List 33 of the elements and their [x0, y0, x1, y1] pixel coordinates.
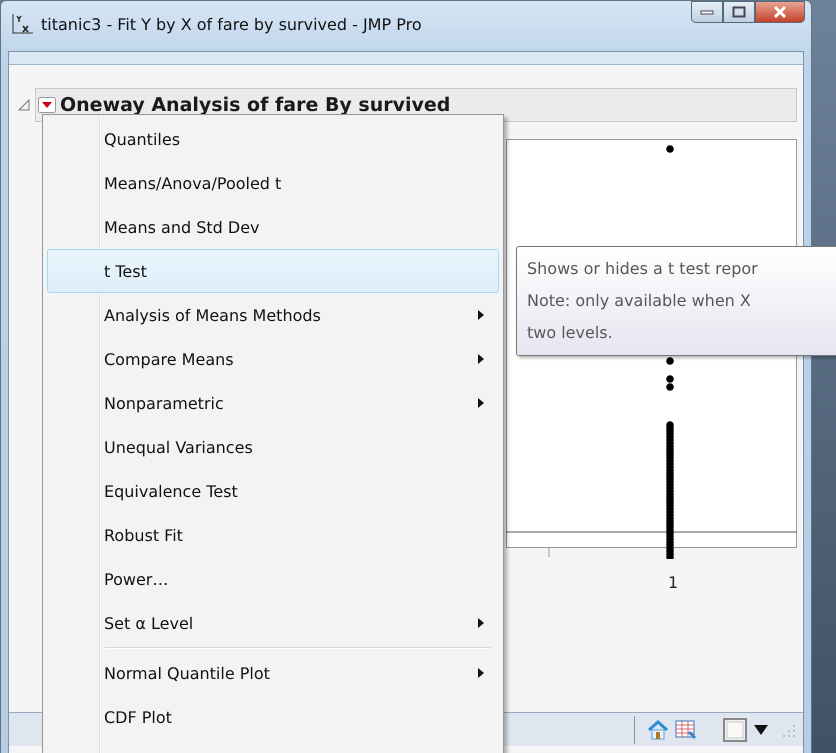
- dropdown-icon[interactable]: [38, 97, 56, 113]
- menu-item[interactable]: Means/Anova/Pooled t: [47, 161, 499, 205]
- menu-item[interactable]: CDF Plot: [47, 695, 499, 739]
- maximize-button[interactable]: [723, 1, 755, 23]
- app-icon: [11, 13, 35, 35]
- close-button[interactable]: [755, 1, 805, 23]
- report-title: Oneway Analysis of fare By survived: [60, 94, 450, 116]
- minimize-icon: [700, 9, 714, 15]
- tooltip-text: Note: only available when X: [527, 290, 752, 312]
- disclosure-icon[interactable]: [17, 98, 31, 112]
- tooltip-text: Shows or hides a t test repor: [527, 258, 759, 280]
- maximize-icon: [732, 6, 746, 18]
- home-icon[interactable]: [647, 720, 669, 740]
- dropdown-arrow-icon[interactable]: [753, 724, 769, 736]
- menu-item[interactable]: Robust Fit: [47, 513, 499, 557]
- menu-item[interactable]: Normal Quantile Plot: [47, 651, 499, 695]
- menu-item[interactable]: Nonparametric: [47, 381, 499, 425]
- window-title: titanic3 - Fit Y by X of fare by survived - JMP Pro: [41, 15, 422, 34]
- menu-item[interactable]: t Test: [47, 249, 499, 293]
- menu-item[interactable]: Power…: [47, 557, 499, 601]
- menu-item[interactable]: Set α Level: [47, 601, 499, 645]
- menu-item[interactable]: Analysis of Means Methods: [47, 293, 499, 337]
- close-icon: [773, 6, 787, 18]
- menu-item[interactable]: Equivalence Test: [47, 469, 499, 513]
- data-table-icon[interactable]: [675, 720, 697, 740]
- axis-tick-label: 1: [668, 573, 678, 592]
- menu-item[interactable]: Quantiles: [47, 117, 499, 161]
- checkbox-icon[interactable]: [723, 718, 747, 742]
- tooltip-text: two levels.: [527, 322, 614, 344]
- menu-item[interactable]: Means and Std Dev: [47, 205, 499, 249]
- minimize-button[interactable]: [691, 1, 723, 23]
- menu-item[interactable]: Compare Means: [47, 337, 499, 381]
- menu-item[interactable]: Unequal Variances: [47, 425, 499, 469]
